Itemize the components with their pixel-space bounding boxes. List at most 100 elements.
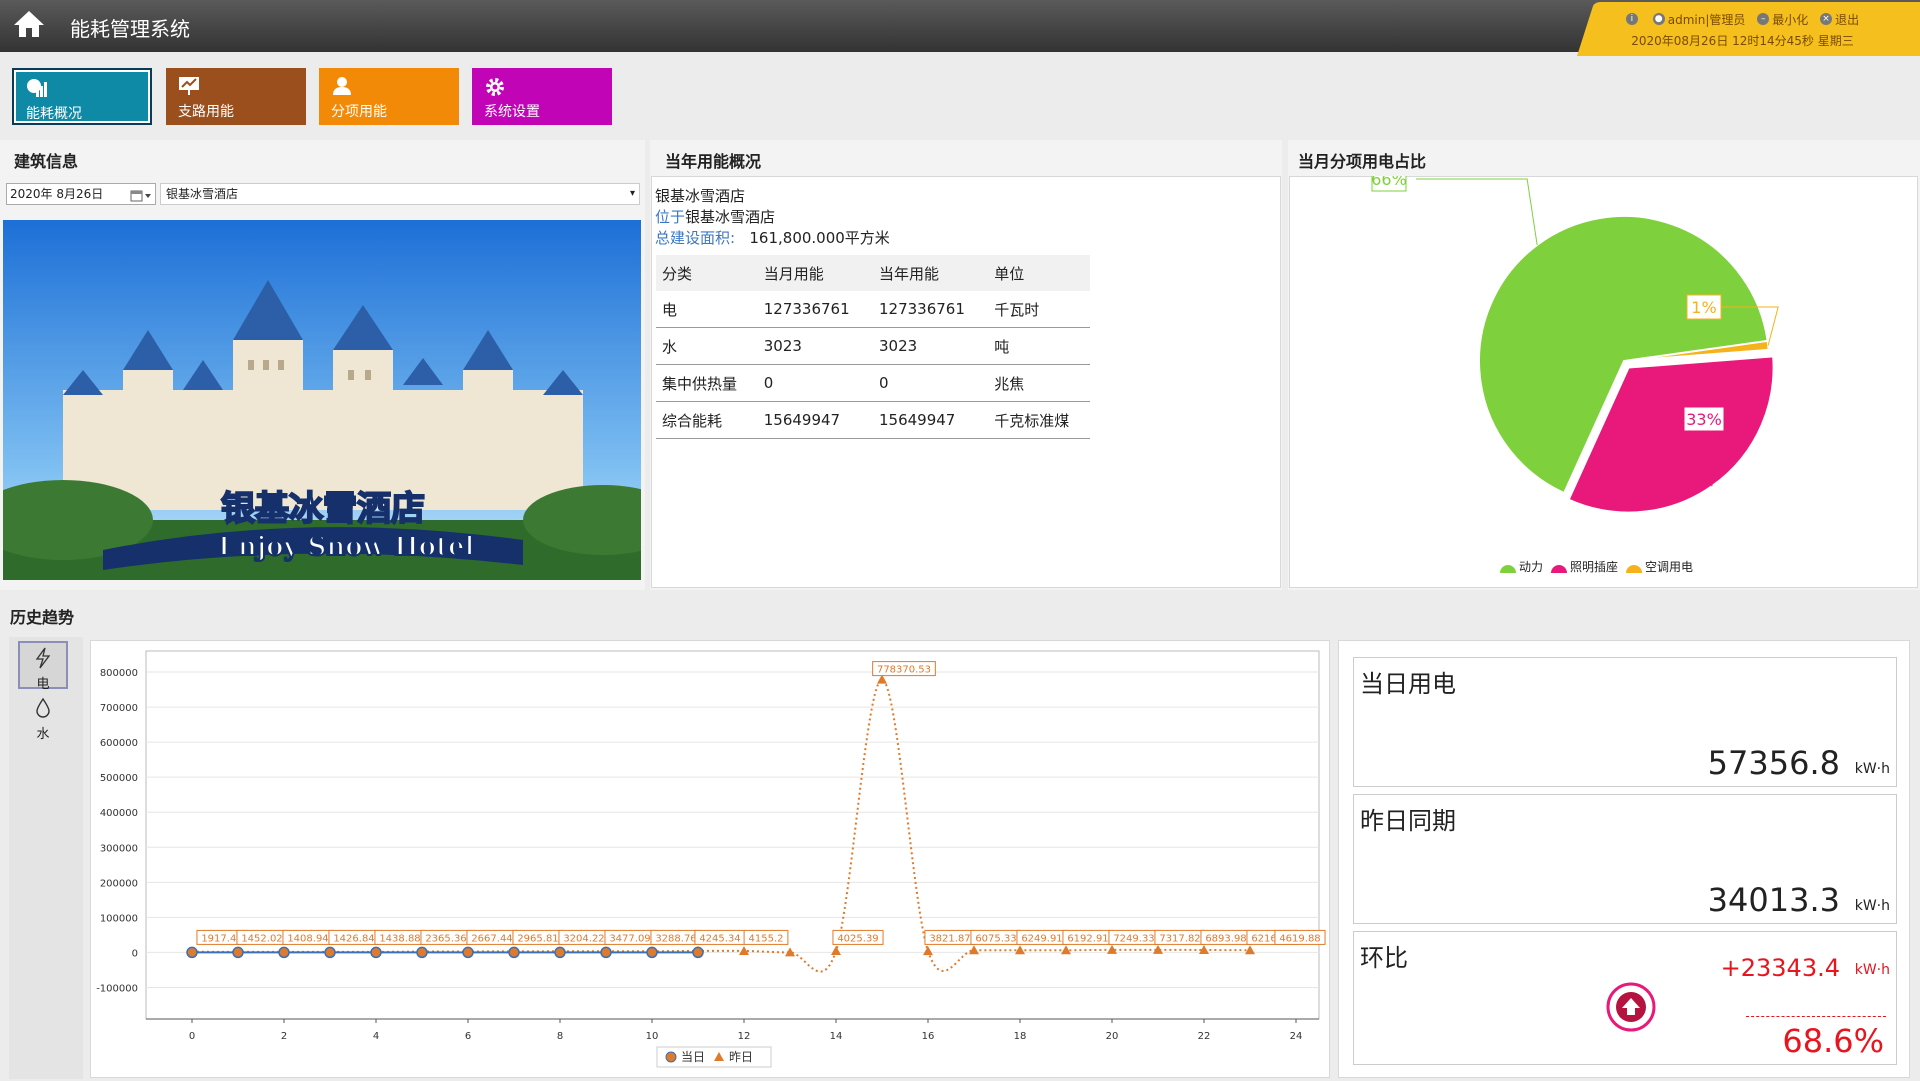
data-label: 1438.88	[379, 933, 420, 944]
table-cell: 0	[872, 364, 989, 402]
dropdown-arrow-icon[interactable]: ▾	[630, 184, 635, 204]
point-today[interactable]	[508, 946, 520, 959]
data-label: 6192.91	[1067, 933, 1108, 944]
table-header: 单位	[988, 255, 1090, 291]
info-icon: i	[1625, 13, 1638, 25]
location-value: 银基冰雪酒店	[685, 208, 776, 226]
legend-label: 空调用电	[1645, 560, 1694, 574]
top-bar: 能耗管理系统 i ● admin|管理员 – 最小化 × 退出 2020年08月26日…	[0, 0, 1920, 56]
user-icon	[331, 76, 353, 100]
info-link[interactable]: i	[1625, 13, 1641, 25]
table-cell: 15649947	[757, 401, 873, 439]
overview-heading: 当年用能概况	[665, 152, 762, 171]
pie-label-line	[1416, 178, 1538, 245]
today-value: 57356.8	[1707, 744, 1840, 782]
pie-data-label: 1%	[1691, 298, 1716, 317]
presentation-icon	[178, 76, 200, 100]
data-label: 6893.98	[1205, 933, 1246, 944]
x-tick-label: 20	[1106, 1031, 1119, 1042]
tab-label: 水	[36, 727, 50, 742]
y-tick-label: 500000	[100, 773, 138, 784]
legend-item[interactable]: 空调用电	[1626, 558, 1693, 575]
table-cell: 0	[757, 364, 873, 402]
legend-item[interactable]: 动力	[1500, 558, 1543, 575]
yesterday-unit: kW·h	[1854, 898, 1890, 914]
tab-water[interactable]: 水	[18, 693, 68, 742]
point-today[interactable]	[462, 946, 474, 959]
data-label: 3477.09	[609, 933, 650, 944]
pie-legend: 动力 照明插座 空调用电	[1500, 558, 1693, 575]
nav-system-settings[interactable]: 系统设置	[472, 68, 612, 125]
x-tick-label: 4	[373, 1031, 379, 1042]
pie-data-label: 33%	[1686, 410, 1722, 429]
trend-chart-panel: 800000 700000 600000 500000 400000 300000 2000…	[90, 640, 1330, 1078]
nav-label: 分项用能	[331, 104, 387, 120]
x-tick-label: 8	[557, 1031, 563, 1042]
point-today[interactable]	[278, 946, 290, 959]
ratio-delta: +23343.4	[1720, 954, 1840, 982]
table-cell: 兆焦	[988, 364, 1090, 402]
point-today[interactable]	[554, 946, 566, 959]
legend-label-yesterday[interactable]: 昨日	[729, 1050, 753, 1064]
table-row: 水 3023 3023 吨	[656, 327, 1090, 365]
point-today[interactable]	[692, 946, 704, 959]
user-link[interactable]: ● admin|管理员	[1652, 11, 1746, 28]
table-row: 集中供热量 0 0 兆焦	[656, 364, 1090, 402]
data-label: 2965.81	[517, 933, 558, 944]
user-name: admin|管理员	[1667, 12, 1746, 27]
home-icon[interactable]	[12, 9, 46, 43]
nav-energy-overview[interactable]: 能耗概况	[12, 68, 152, 125]
point-today[interactable]	[232, 946, 244, 959]
building-area: 总建设面积: 161,800.000平方米	[655, 227, 890, 248]
ratio-unit: kW·h	[1854, 962, 1890, 978]
minimize-icon: –	[1757, 13, 1770, 25]
logout-button[interactable]: × 退出	[1820, 11, 1859, 28]
data-label: 3821.87	[929, 933, 970, 944]
ratio-percent: 68.6%	[1782, 1022, 1884, 1060]
x-tick-label: 10	[646, 1031, 659, 1042]
data-label: 1452.02	[241, 933, 282, 944]
x-tick-label: 16	[922, 1031, 935, 1042]
pie-data-label: 66%	[1371, 176, 1407, 189]
table-header: 当年用能	[872, 255, 989, 291]
yesterday-title: 昨日同期	[1360, 807, 1456, 835]
area-value: 161,800.000平方米	[749, 229, 890, 247]
x-tick-label: 2	[281, 1031, 287, 1042]
point-today[interactable]	[186, 946, 198, 959]
nav-label: 系统设置	[484, 104, 540, 120]
building-select[interactable]: 银基冰雪酒店 ▾	[160, 183, 640, 205]
point-today[interactable]	[600, 946, 612, 959]
photo-sign-cn: 银基冰雪酒店	[221, 489, 425, 529]
point-today[interactable]	[416, 946, 428, 959]
data-label: 4245.34	[699, 933, 740, 944]
minimize-button[interactable]: – 最小化	[1757, 11, 1808, 28]
building-location: 位于银基冰雪酒店	[655, 206, 775, 227]
tab-label: 电	[36, 677, 50, 692]
tab-electricity[interactable]: 电	[18, 641, 68, 692]
date-picker[interactable]: 2020年 8月26日	[6, 183, 156, 205]
area-label: 总建设面积:	[655, 229, 736, 247]
table-row: 电 127336761 127336761 千瓦时	[656, 291, 1090, 328]
table-cell: 千瓦时	[988, 291, 1090, 328]
data-label: 7317.82	[1159, 933, 1200, 944]
logout-label: 退出	[1835, 12, 1860, 27]
pie-chart: 66% 33% 1%	[1371, 176, 1779, 514]
point-today[interactable]	[324, 946, 336, 959]
point-today[interactable]	[646, 946, 658, 959]
nav-sub-energy[interactable]: 分项用能	[319, 68, 459, 125]
nav-branch-energy[interactable]: 支路用能	[166, 68, 306, 125]
y-tick-label: 200000	[100, 878, 138, 889]
close-icon: ×	[1820, 13, 1833, 25]
legend-item[interactable]: 照明插座	[1551, 558, 1618, 575]
legend-label-today[interactable]: 当日	[681, 1050, 705, 1064]
legend-marker-today[interactable]	[665, 1051, 677, 1063]
point-today[interactable]	[370, 946, 382, 959]
data-label: 3204.22	[563, 933, 604, 944]
data-label: 4619.88	[1279, 933, 1320, 944]
building-heading: 建筑信息	[14, 152, 79, 171]
today-unit: kW·h	[1854, 761, 1890, 777]
calendar-icon[interactable]	[130, 188, 152, 208]
data-label: 1426.84	[333, 933, 374, 944]
ratio-card: 环比 +23343.4 kW·h 68.6%	[1353, 931, 1897, 1065]
ratio-title: 环比	[1360, 944, 1408, 972]
